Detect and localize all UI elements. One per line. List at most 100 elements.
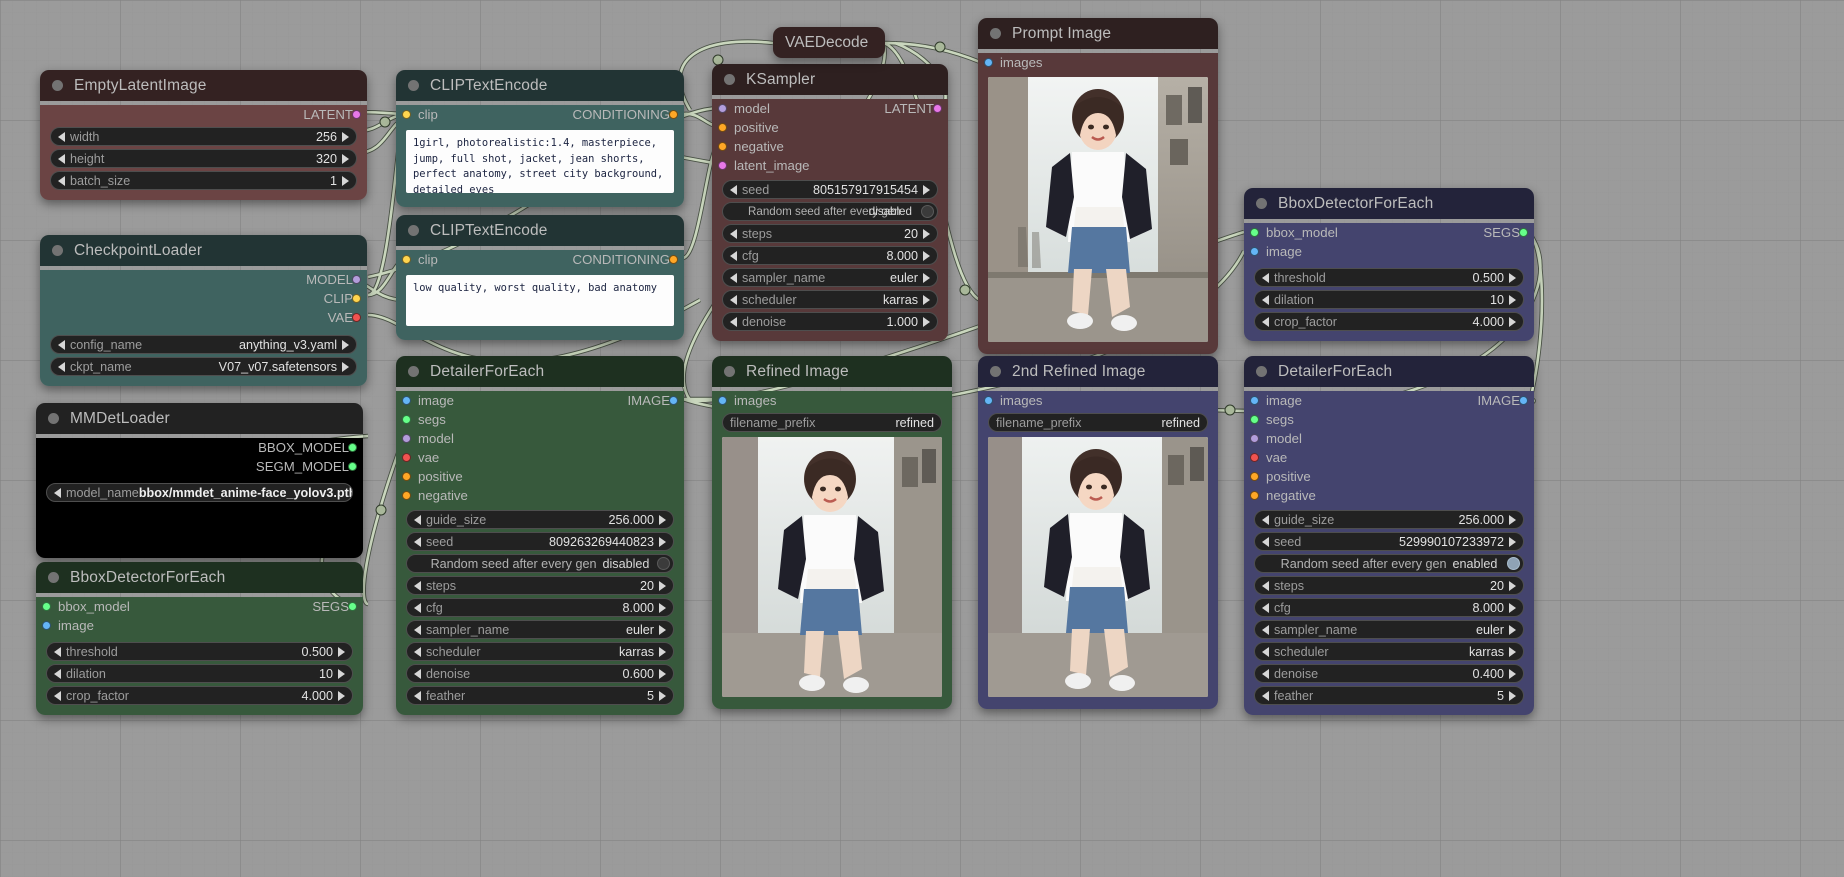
input-slot-images[interactable]: images (978, 53, 1218, 72)
clip-slot-row[interactable]: clip CONDITIONING (396, 105, 684, 124)
clip-slot-row[interactable]: clip CONDITIONING (396, 250, 684, 269)
previous-arrow-icon[interactable] (54, 487, 61, 498)
collapse-dot-icon[interactable] (1256, 366, 1267, 377)
collapse-dot-icon[interactable] (408, 225, 419, 236)
increment-arrow-icon[interactable] (1509, 316, 1516, 327)
positive-input-dot-icon[interactable] (718, 123, 727, 132)
model-input-dot-icon[interactable] (402, 434, 411, 443)
node-title-bar[interactable]: EmptyLatentImage (40, 70, 367, 101)
input-slot-images[interactable]: images (712, 391, 952, 410)
previous-arrow-icon[interactable] (730, 272, 737, 283)
vae-input-dot-icon[interactable] (1250, 453, 1259, 462)
increment-arrow-icon[interactable] (342, 175, 349, 186)
conditioning-output-dot-icon[interactable] (669, 110, 678, 119)
widget-scheduler[interactable]: scheduler karras (722, 290, 938, 309)
widget-denoise[interactable]: denoise 0.400 (1254, 664, 1524, 683)
decrement-arrow-icon[interactable] (730, 250, 737, 261)
increment-arrow-icon[interactable] (923, 184, 930, 195)
input-slot-bbox-model[interactable]: bbox_model SEGS (36, 597, 363, 616)
increment-arrow-icon[interactable] (659, 536, 666, 547)
widget-filename-prefix[interactable]: filename_prefix refined (722, 413, 942, 432)
input-slot-image[interactable]: image IMAGE (396, 391, 684, 410)
next-arrow-icon[interactable] (659, 624, 666, 635)
widget-ckpt-name[interactable]: ckpt_name V07_v07.safetensors (50, 357, 357, 376)
bbox-model-input-dot-icon[interactable] (1250, 228, 1259, 237)
decrement-arrow-icon[interactable] (54, 690, 61, 701)
next-arrow-icon[interactable] (1509, 646, 1516, 657)
previous-arrow-icon[interactable] (58, 361, 65, 372)
node-bbox-detector-for-each-left[interactable]: BboxDetectorForEach bbox_model SEGS imag… (36, 562, 363, 715)
input-slot-positive[interactable]: positive (1244, 467, 1534, 486)
increment-arrow-icon[interactable] (923, 316, 930, 327)
image-preview[interactable] (722, 437, 942, 697)
vae-output-dot-icon[interactable] (352, 313, 361, 322)
widget-guide-size[interactable]: guide_size 256.000 (1254, 510, 1524, 529)
node-clip-text-encode-positive[interactable]: CLIPTextEncode clip CONDITIONING 1girl, … (396, 70, 684, 207)
toggle-knob-icon[interactable] (921, 205, 934, 218)
increment-arrow-icon[interactable] (338, 668, 345, 679)
image-output-dot-icon[interactable] (1519, 396, 1528, 405)
increment-arrow-icon[interactable] (338, 690, 345, 701)
latent-output-dot-icon[interactable] (352, 110, 361, 119)
output-slot-clip[interactable]: CLIP (40, 289, 367, 308)
images-input-dot-icon[interactable] (984, 396, 993, 405)
widget-denoise[interactable]: denoise 1.000 (722, 312, 938, 331)
collapse-dot-icon[interactable] (48, 572, 59, 583)
increment-arrow-icon[interactable] (342, 153, 349, 164)
negative-prompt-textarea[interactable]: low quality, worst quality, bad anatomy (406, 275, 674, 326)
node-ksampler[interactable]: KSampler model LATENT positive negative … (712, 64, 948, 341)
decrement-arrow-icon[interactable] (1262, 272, 1269, 283)
increment-arrow-icon[interactable] (338, 646, 345, 657)
input-slot-segs[interactable]: segs (396, 410, 684, 429)
decrement-arrow-icon[interactable] (730, 184, 737, 195)
widget-threshold[interactable]: threshold 0.500 (1254, 268, 1524, 287)
collapse-dot-icon[interactable] (990, 366, 1001, 377)
images-input-dot-icon[interactable] (718, 396, 727, 405)
next-arrow-icon[interactable] (923, 272, 930, 283)
node-title-bar[interactable]: BboxDetectorForEach (1244, 188, 1534, 219)
previous-arrow-icon[interactable] (58, 339, 65, 350)
next-arrow-icon[interactable] (342, 339, 349, 350)
increment-arrow-icon[interactable] (659, 602, 666, 613)
negative-input-dot-icon[interactable] (402, 491, 411, 500)
latent-image-input-dot-icon[interactable] (718, 161, 727, 170)
widget-feather[interactable]: feather 5 (406, 686, 674, 705)
output-slot-vae[interactable]: VAE (40, 308, 367, 327)
node-empty-latent-image[interactable]: EmptyLatentImage LATENT width 256 height… (40, 70, 367, 200)
previous-arrow-icon[interactable] (414, 646, 421, 657)
input-slot-latent-image[interactable]: latent_image (712, 156, 948, 175)
positive-input-dot-icon[interactable] (1250, 472, 1259, 481)
widget-config-name[interactable]: config_name anything_v3.yaml (50, 335, 357, 354)
widget-seed[interactable]: seed 805157917915454 (722, 180, 938, 199)
input-slot-images[interactable]: images (978, 391, 1218, 410)
increment-arrow-icon[interactable] (1509, 602, 1516, 613)
increment-arrow-icon[interactable] (1509, 536, 1516, 547)
input-slot-negative[interactable]: negative (1244, 486, 1534, 505)
widget-threshold[interactable]: threshold 0.500 (46, 642, 353, 661)
collapse-dot-icon[interactable] (52, 245, 63, 256)
increment-arrow-icon[interactable] (659, 514, 666, 525)
input-slot-model[interactable]: model LATENT (712, 99, 948, 118)
widget-height[interactable]: height 320 (50, 149, 357, 168)
image-preview[interactable] (988, 77, 1208, 342)
widget-crop-factor[interactable]: crop_factor 4.000 (1254, 312, 1524, 331)
widget-steps[interactable]: steps 20 (722, 224, 938, 243)
node-title-bar[interactable]: Prompt Image (978, 18, 1218, 49)
segs-input-dot-icon[interactable] (1250, 415, 1259, 424)
bbox-model-output-dot-icon[interactable] (348, 443, 357, 452)
widget-scheduler[interactable]: scheduler karras (1254, 642, 1524, 661)
widget-feather[interactable]: feather 5 (1254, 686, 1524, 705)
node-bbox-detector-for-each-right[interactable]: BboxDetectorForEach bbox_model SEGS imag… (1244, 188, 1534, 341)
image-output-dot-icon[interactable] (669, 396, 678, 405)
input-slot-image[interactable]: image IMAGE (1244, 391, 1534, 410)
input-slot-positive[interactable]: positive (396, 467, 684, 486)
output-slot-model[interactable]: MODEL (40, 270, 367, 289)
increment-arrow-icon[interactable] (1509, 580, 1516, 591)
input-slot-vae[interactable]: vae (1244, 448, 1534, 467)
decrement-arrow-icon[interactable] (414, 690, 421, 701)
widget-filename-prefix[interactable]: filename_prefix refined (988, 413, 1208, 432)
input-slot-model[interactable]: model (396, 429, 684, 448)
increment-arrow-icon[interactable] (1509, 690, 1516, 701)
collapse-dot-icon[interactable] (408, 80, 419, 91)
input-slot-image[interactable]: image (1244, 242, 1534, 261)
